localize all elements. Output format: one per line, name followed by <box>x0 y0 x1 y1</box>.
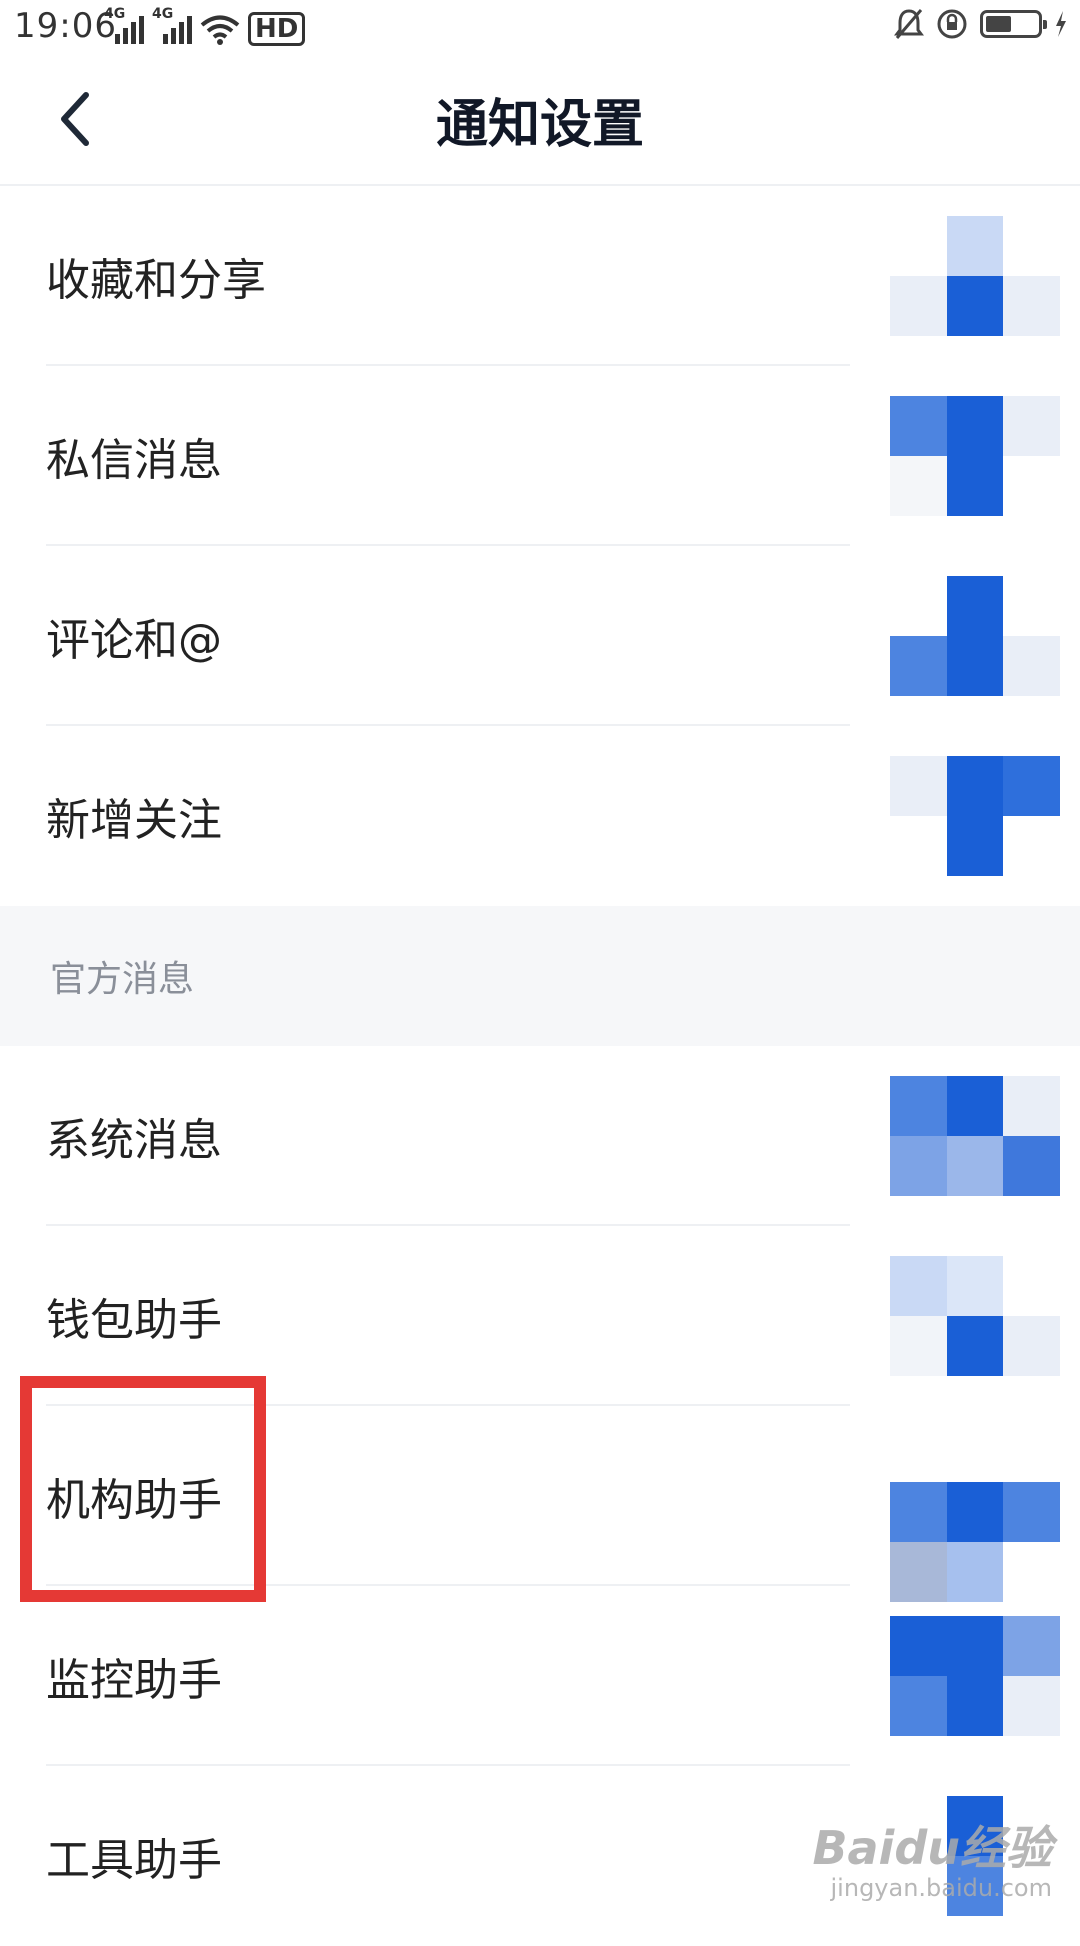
notification-toggle[interactable] <box>890 576 1060 696</box>
hd-icon: HD <box>248 12 306 46</box>
status-icons-right <box>894 8 1068 40</box>
charging-icon <box>1056 11 1066 37</box>
item-label: 机构助手 <box>46 1475 222 1526</box>
signal-icon: 4G <box>152 6 192 46</box>
list-item-wallet-assistant[interactable]: 钱包助手 <box>0 1226 1080 1406</box>
notification-toggle[interactable] <box>890 396 1060 516</box>
notification-toggle[interactable] <box>890 1616 1060 1736</box>
notification-toggle[interactable] <box>890 216 1060 336</box>
list-item-new-followers[interactable]: 新增关注 <box>0 726 1080 906</box>
watermark-logo: Baidu经验 <box>812 1821 1052 1875</box>
wifi-icon <box>200 15 240 45</box>
notification-toggle[interactable] <box>890 1256 1060 1376</box>
list-item-system-messages[interactable]: 系统消息 <box>0 1046 1080 1226</box>
list-item-comments-mentions[interactable]: 评论和@ <box>0 546 1080 726</box>
notification-settings-list: 收藏和分享 私信消息 评论和@ 新增关注 官方消息 系统消息 钱包助手 机构助手… <box>0 186 1080 1946</box>
item-label: 新增关注 <box>46 795 222 846</box>
signal-icon: 4G <box>104 6 144 46</box>
notification-toggle[interactable] <box>890 1076 1060 1196</box>
nav-header: 通知设置 <box>0 54 1080 186</box>
notification-toggle[interactable] <box>890 756 1060 876</box>
item-label: 私信消息 <box>46 435 222 486</box>
list-item-monitor-assistant[interactable]: 监控助手 <box>0 1586 1080 1766</box>
status-time: 19:06 <box>14 6 117 46</box>
page-title: 通知设置 <box>435 95 644 155</box>
rotation-lock-icon <box>937 9 967 39</box>
list-item-institution-assistant[interactable]: 机构助手 <box>0 1406 1080 1602</box>
section-header-official: 官方消息 <box>0 906 1080 1046</box>
item-label: 钱包助手 <box>46 1295 222 1346</box>
status-icons-left: 4G 4G HD <box>104 6 306 46</box>
watermark: Baidu经验 jingyan.baidu.com <box>812 1812 1052 1902</box>
item-label: 系统消息 <box>46 1115 222 1166</box>
item-label: 评论和@ <box>46 615 222 666</box>
list-item-favorites-share[interactable]: 收藏和分享 <box>0 186 1080 366</box>
item-label: 收藏和分享 <box>46 255 266 306</box>
list-item-private-messages[interactable]: 私信消息 <box>0 366 1080 546</box>
bell-muted-icon <box>894 9 924 39</box>
section-label: 官方消息 <box>50 959 195 1000</box>
status-bar: 19:06 4G 4G HD <box>0 0 1080 54</box>
item-label: 监控助手 <box>46 1655 222 1706</box>
watermark-url: jingyan.baidu.com <box>830 1874 1052 1902</box>
item-label: 工具助手 <box>46 1835 222 1886</box>
notification-toggle[interactable] <box>890 1482 1060 1602</box>
battery-icon <box>980 10 1047 38</box>
